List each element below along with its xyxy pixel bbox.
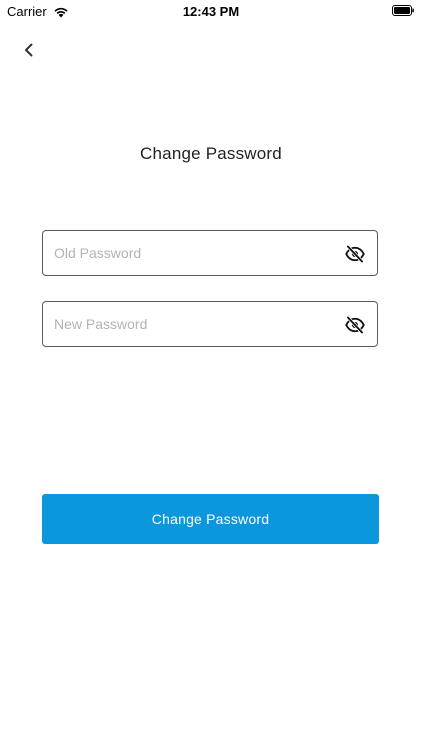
change-password-button[interactable]: Change Password [42,494,379,544]
new-password-input[interactable] [54,302,334,346]
eye-off-icon[interactable] [345,244,365,264]
battery-icon [392,5,414,16]
page-title: Change Password [140,144,282,163]
old-password-input[interactable] [54,231,334,275]
back-button[interactable] [17,38,41,62]
change-password-screen: Carrier 12:43 PM Change Password Change … [0,0,422,750]
new-password-field[interactable] [42,301,378,347]
chevron-left-icon [25,43,33,57]
status-bar: Carrier 12:43 PM [0,0,422,22]
status-time: 12:43 PM [182,4,240,19]
old-password-field[interactable] [42,230,378,276]
eye-off-icon[interactable] [345,315,365,335]
